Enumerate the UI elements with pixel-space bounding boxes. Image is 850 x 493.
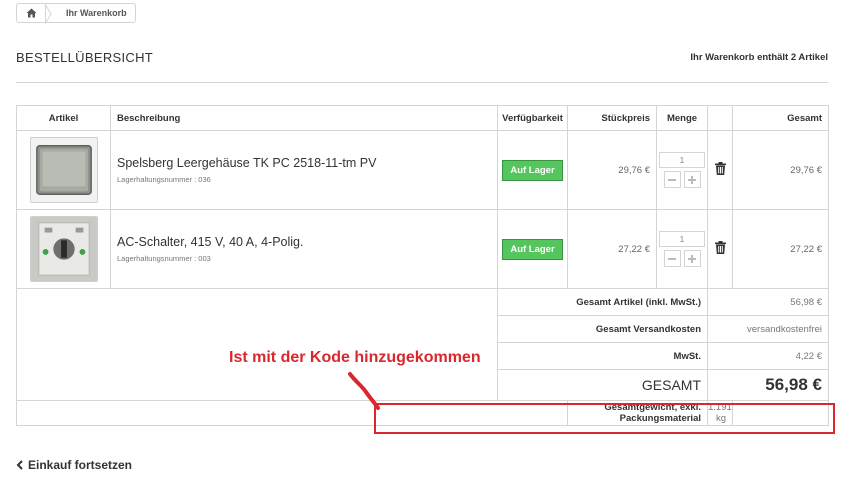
header-quantity: Menge	[656, 105, 708, 131]
product-description-cell: AC-Schalter, 415 V, 40 A, 4-Polig. Lager…	[110, 209, 498, 289]
annotation-highlight-box	[374, 403, 835, 434]
page-title: BESTELLÜBERSICHT	[16, 50, 154, 65]
unit-price: 27,22 €	[567, 209, 657, 289]
product-thumbnail-cell	[16, 130, 111, 210]
availability-cell: Auf Lager	[497, 209, 568, 289]
header-availability: Verfügbarkeit	[497, 105, 568, 131]
continue-shopping-label: Einkauf fortsetzen	[28, 458, 133, 472]
quantity-decrease-button[interactable]	[663, 171, 681, 188]
product-image[interactable]	[29, 216, 98, 282]
quantity-increase-button[interactable]	[683, 250, 701, 267]
header-total: Gesamt	[732, 105, 829, 131]
product-name[interactable]: Spelsberg Leergehäuse TK PC 2518-11-tm P…	[117, 156, 497, 170]
summary-row-products: Gesamt Artikel (inkl. MwSt.) 56,98 €	[16, 288, 829, 401]
breadcrumb: Ihr Warenkorb	[16, 3, 136, 24]
stock-badge: Auf Lager	[502, 159, 563, 181]
quantity-increase-button[interactable]	[683, 171, 701, 188]
summary-products-value: 56,98 €	[707, 288, 829, 316]
delete-cell	[707, 209, 733, 289]
header-unit-price: Stückpreis	[567, 105, 657, 131]
header-article: Artikel	[16, 105, 111, 131]
minus-icon	[668, 178, 676, 181]
quantity-cell: 1	[656, 130, 708, 210]
quantity-input[interactable]: 1	[659, 152, 705, 168]
summary-shipping-value: versandkostenfrei	[707, 315, 829, 343]
annotation-text: Ist mit der Kode hinzugekommen	[229, 349, 481, 366]
product-thumbnail-cell	[16, 209, 111, 289]
product-reference: Lagerhaltungsnummer : 003	[117, 254, 211, 263]
line-total: 29,76 €	[732, 130, 829, 210]
summary-total-value: 56,98 €	[707, 369, 829, 401]
cart-table: Artikel Beschreibung Verfügbarkeit Stück…	[16, 105, 829, 426]
unit-price: 29,76 €	[567, 130, 657, 210]
quantity-cell: 1	[656, 209, 708, 289]
quantity-input[interactable]: 1	[659, 231, 705, 247]
minus-icon	[668, 257, 676, 260]
product-description-cell: Spelsberg Leergehäuse TK PC 2518-11-tm P…	[110, 130, 498, 210]
product-name[interactable]: AC-Schalter, 415 V, 40 A, 4-Polig.	[117, 235, 497, 249]
plus-icon	[688, 175, 696, 184]
delete-cell	[707, 130, 733, 210]
line-total: 27,22 €	[732, 209, 829, 289]
availability-cell: Auf Lager	[497, 130, 568, 210]
summary-empty-area	[16, 288, 498, 401]
summary-shipping-label: Gesamt Versandkosten	[497, 315, 708, 343]
breadcrumb-home[interactable]	[17, 4, 46, 22]
divider	[16, 82, 828, 83]
stock-badge: Auf Lager	[502, 238, 563, 260]
breadcrumb-current: Ihr Warenkorb	[66, 8, 127, 18]
quantity-decrease-button[interactable]	[663, 250, 681, 267]
plus-icon	[688, 254, 696, 263]
chevron-left-icon	[16, 460, 23, 470]
home-icon	[26, 8, 36, 18]
product-image[interactable]	[29, 137, 98, 203]
continue-shopping-link[interactable]: Einkauf fortsetzen	[16, 458, 132, 472]
header-delete	[707, 105, 733, 131]
trash-icon[interactable]	[714, 241, 726, 254]
breadcrumb-separator-icon	[45, 4, 52, 24]
header-description: Beschreibung	[110, 105, 498, 131]
cart-count: Ihr Warenkorb enthält 2 Artikel	[690, 52, 828, 63]
summary-products-label: Gesamt Artikel (inkl. MwSt.)	[497, 288, 708, 316]
summary-total-label: GESAMT	[497, 369, 708, 401]
table-row: AC-Schalter, 415 V, 40 A, 4-Polig. Lager…	[16, 209, 829, 289]
summary-tax-value: 4,22 €	[707, 342, 829, 370]
product-reference: Lagerhaltungsnummer : 036	[117, 175, 211, 184]
trash-icon[interactable]	[714, 162, 726, 175]
summary-tax-label: MwSt.	[497, 342, 708, 370]
table-row: Spelsberg Leergehäuse TK PC 2518-11-tm P…	[16, 130, 829, 210]
